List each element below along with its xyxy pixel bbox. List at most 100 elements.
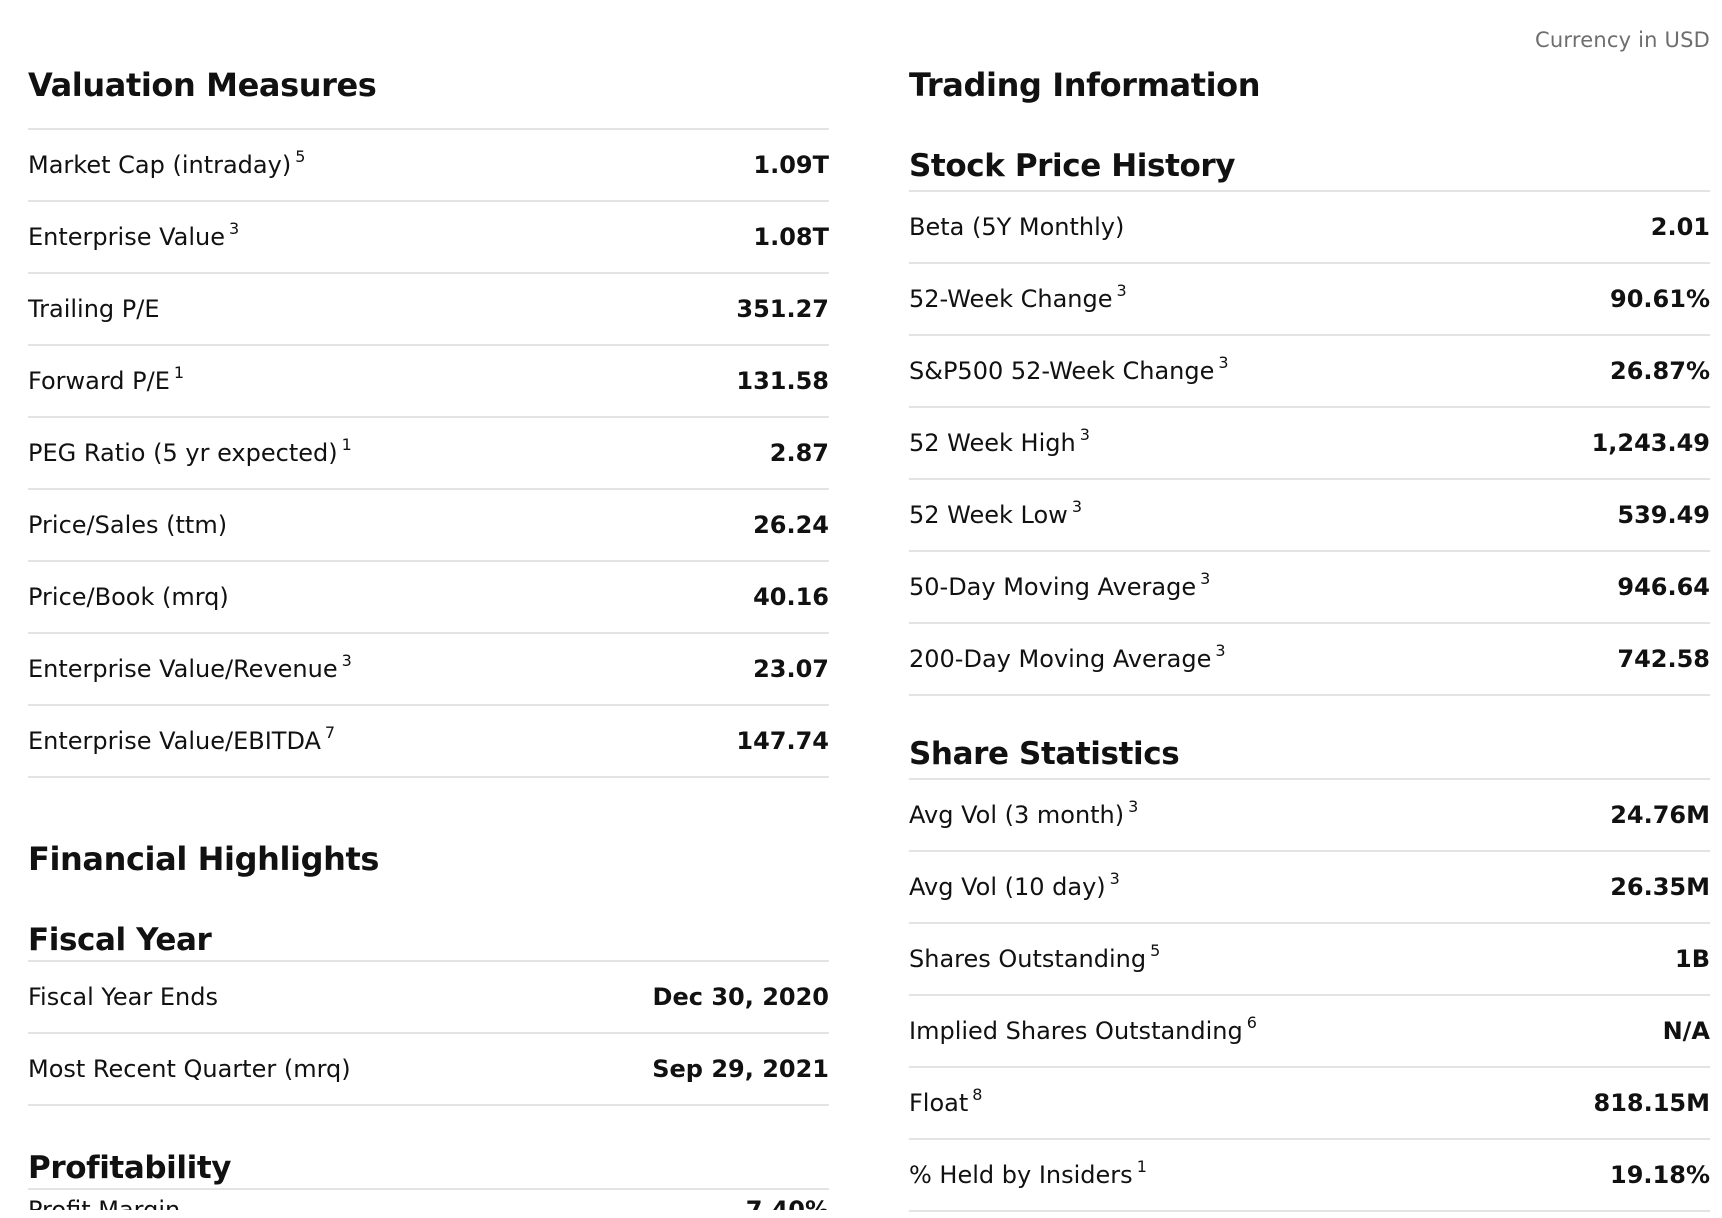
footnote-marker: 3 — [229, 219, 240, 238]
table-row: S&P500 52-Week Change 3 26.87% — [909, 336, 1710, 408]
row-value: 539.49 — [1617, 501, 1710, 529]
row-label-text: 50-Day Moving Average — [909, 573, 1197, 601]
row-label-text: Enterprise Value/EBITDA — [28, 727, 321, 755]
footnote-marker: 3 — [1071, 497, 1082, 516]
share-statistics-table: Avg Vol (3 month) 3 24.76M Avg Vol (10 day)… — [909, 778, 1710, 1212]
row-value: 24.76M — [1610, 801, 1710, 829]
row-label-text: Forward P/E — [28, 367, 170, 395]
table-row: 200-Day Moving Average 3 742.58 — [909, 624, 1710, 696]
row-value: 19.18% — [1610, 1161, 1710, 1189]
table-row: Implied Shares Outstanding 6 N/A — [909, 996, 1710, 1068]
row-label-shares-outstanding: Shares Outstanding 5 — [909, 941, 1160, 973]
profitability-table: Profit Margin 7.40% — [28, 1188, 829, 1210]
row-value: 23.07 — [753, 655, 829, 683]
row-label-52-week-low: 52 Week Low 3 — [909, 497, 1082, 529]
row-label-forward-p-e: Forward P/E 1 — [28, 363, 184, 395]
row-label-trailing-p-e: Trailing P/E — [28, 295, 160, 323]
valuation-measures-heading: Valuation Measures — [28, 66, 377, 104]
footnote-marker: 3 — [1128, 797, 1139, 816]
footnote-marker: 3 — [1109, 869, 1120, 888]
row-label-text: Trailing P/E — [28, 295, 160, 323]
row-value: 818.15M — [1593, 1089, 1711, 1117]
row-value: Sep 29, 2021 — [652, 1055, 829, 1083]
table-row: Price/Sales (ttm) 26.24 — [28, 490, 829, 562]
row-label-text: Price/Book (mrq) — [28, 583, 229, 611]
row-value: 26.24 — [753, 511, 829, 539]
row-label-text: Avg Vol (3 month) — [909, 801, 1125, 829]
table-row: Avg Vol (10 day) 3 26.35M — [909, 852, 1710, 924]
table-row: Market Cap (intraday) 5 1.09T — [28, 130, 829, 202]
row-value: Dec 30, 2020 — [652, 983, 829, 1011]
row-value: 1B — [1675, 945, 1710, 973]
row-label-text: Avg Vol (10 day) — [909, 873, 1106, 901]
footnote-marker: 1 — [173, 363, 185, 382]
row-label-text: 52 Week High — [909, 429, 1076, 457]
table-row: Float 8 818.15M — [909, 1068, 1710, 1140]
row-label-text: Fiscal Year Ends — [28, 983, 218, 1011]
row-value: 1,243.49 — [1591, 429, 1710, 457]
table-row: Price/Book (mrq) 40.16 — [28, 562, 829, 634]
footnote-marker: 3 — [1215, 641, 1226, 660]
table-row: Profit Margin 7.40% — [28, 1190, 829, 1210]
row-value: 26.35M — [1610, 873, 1710, 901]
footnote-marker: 8 — [972, 1085, 983, 1104]
row-label-text: Most Recent Quarter (mrq) — [28, 1055, 351, 1083]
table-row: Beta (5Y Monthly) 2.01 — [909, 192, 1710, 264]
row-value: 742.58 — [1617, 645, 1710, 673]
row-label-peg-ratio-5-yr-expected: PEG Ratio (5 yr expected) 1 — [28, 435, 352, 467]
row-label-price-book-mrq: Price/Book (mrq) — [28, 583, 229, 611]
row-label-50-day-moving-average: 50-Day Moving Average 3 — [909, 569, 1210, 601]
table-row: 50-Day Moving Average 3 946.64 — [909, 552, 1710, 624]
row-value: 7.40% — [745, 1196, 829, 1210]
row-label-text: 52 Week Low — [909, 501, 1068, 529]
row-label-enterprise-value-ebitda: Enterprise Value/EBITDA 7 — [28, 723, 335, 755]
row-label-enterprise-value-revenue: Enterprise Value/Revenue 3 — [28, 651, 352, 683]
row-label-fiscal-year-ends: Fiscal Year Ends — [28, 983, 218, 1011]
row-value: 26.87% — [1610, 357, 1710, 385]
row-value: 147.74 — [736, 727, 829, 755]
row-label-text: Float — [909, 1089, 969, 1117]
footnote-marker: 5 — [1150, 941, 1161, 960]
row-label-text: 200-Day Moving Average — [909, 645, 1212, 673]
row-value: 351.27 — [736, 295, 829, 323]
row-value: 131.58 — [736, 367, 829, 395]
row-label-text: Profit Margin — [28, 1196, 181, 1210]
row-label-avg-vol-10-day: Avg Vol (10 day) 3 — [909, 869, 1120, 901]
row-label-52-week-high: 52 Week High 3 — [909, 425, 1090, 457]
row-label-held-by-insiders: % Held by Insiders 1 — [909, 1157, 1147, 1189]
footnote-marker: 1 — [341, 435, 352, 454]
row-label-implied-shares-outstanding: Implied Shares Outstanding 6 — [909, 1013, 1257, 1045]
footnote-marker: 3 — [1079, 425, 1090, 444]
row-label-enterprise-value: Enterprise Value 3 — [28, 219, 239, 251]
share-statistics-heading: Share Statistics — [909, 736, 1180, 772]
row-label-text: PEG Ratio (5 yr expected) — [28, 439, 338, 467]
table-row: Trailing P/E 351.27 — [28, 274, 829, 346]
financial-highlights-heading: Financial Highlights — [28, 840, 380, 878]
row-value: 40.16 — [753, 583, 829, 611]
profitability-heading: Profitability — [28, 1150, 232, 1186]
table-row: 52-Week Change 3 90.61% — [909, 264, 1710, 336]
row-label-text: Implied Shares Outstanding — [909, 1017, 1243, 1045]
footnote-marker: 3 — [1116, 281, 1127, 300]
row-value: N/A — [1662, 1017, 1710, 1045]
row-label-text: % Held by Insiders — [909, 1161, 1133, 1189]
footnote-marker: 3 — [1200, 569, 1211, 588]
row-label-text: Price/Sales (ttm) — [28, 511, 228, 539]
row-label-text: Market Cap (intraday) — [28, 151, 292, 179]
row-label-s-p500-52-week-change: S&P500 52-Week Change 3 — [909, 353, 1229, 385]
row-label-text: S&P500 52-Week Change — [909, 357, 1215, 385]
footnote-marker: 3 — [341, 651, 352, 670]
row-label-text: Shares Outstanding — [909, 945, 1147, 973]
footnote-marker: 1 — [1136, 1157, 1147, 1176]
row-value: 90.61% — [1610, 285, 1710, 313]
table-row: Shares Outstanding 5 1B — [909, 924, 1710, 996]
row-value: 946.64 — [1617, 573, 1710, 601]
row-label-float: Float 8 — [909, 1085, 982, 1117]
row-value: 2.87 — [769, 439, 829, 467]
table-row: Enterprise Value/Revenue 3 23.07 — [28, 634, 829, 706]
row-label-avg-vol-3-month: Avg Vol (3 month) 3 — [909, 797, 1138, 829]
fiscal-year-table: Fiscal Year Ends Dec 30, 2020 Most Recent … — [28, 960, 829, 1106]
table-row: 52 Week High 3 1,243.49 — [909, 408, 1710, 480]
valuation-measures-table: Market Cap (intraday) 5 1.09T Enterprise Va… — [28, 128, 829, 778]
row-label-52-week-change: 52-Week Change 3 — [909, 281, 1127, 313]
